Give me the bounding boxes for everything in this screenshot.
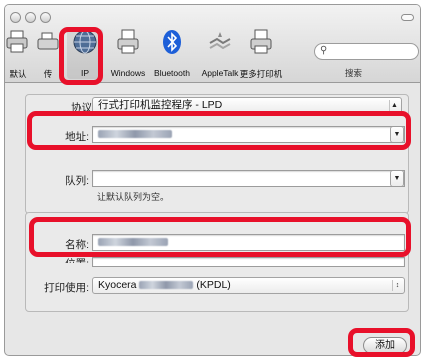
toolbar-item-default-label: 默认	[9, 69, 27, 79]
chevron-down-icon: ▼	[393, 175, 401, 182]
queue-hint: 让默认队列为空。	[97, 192, 170, 202]
toolbar-item-default[interactable]: 默认	[5, 29, 31, 79]
print-using-value-prefix: Kyocera	[98, 279, 137, 291]
popup-arrows-icon: ▲	[389, 100, 399, 111]
search-field[interactable]: ⚲	[314, 43, 419, 60]
zoom-window-button[interactable]	[40, 12, 51, 23]
windows-printer-icon	[117, 29, 139, 54]
printer-icon	[250, 29, 272, 54]
print-using-popup[interactable]: Kyocera (KPDL) ↕	[92, 277, 405, 294]
toolbar-toggle-button[interactable]	[401, 14, 414, 21]
location-input[interactable]	[92, 257, 405, 267]
print-using-label: 打印使用:	[44, 282, 89, 294]
queue-label: 队列:	[65, 175, 89, 187]
queue-input[interactable]: ▼	[92, 170, 405, 187]
search-icon: ⚲	[320, 45, 328, 56]
search-label: 搜索	[345, 68, 363, 78]
close-window-button[interactable]	[10, 12, 21, 23]
location-label: 位置:	[29, 256, 89, 263]
toolbar-item-fax[interactable]: 传	[35, 29, 61, 79]
toolbar-item-more-printers[interactable]: 更多打印机	[238, 29, 284, 79]
model-value-blurred	[139, 281, 194, 290]
toolbar-item-bluetooth[interactable]: Bluetooth	[150, 29, 194, 79]
toolbar-item-fax-label: 传	[43, 69, 53, 79]
queue-history-button[interactable]: ▼	[390, 171, 404, 186]
toolbar-item-appletalk[interactable]: AppleTalk	[196, 29, 244, 79]
protocol-value: 行式打印机监控程序 - LPD	[98, 99, 223, 111]
toolbar-item-appletalk-label: AppleTalk	[201, 68, 239, 78]
popup-arrows-icon: ↕	[392, 280, 402, 291]
print-using-value-suffix: (KPDL)	[196, 279, 231, 291]
bluetooth-icon	[163, 30, 181, 54]
toolbar-item-windows[interactable]: Windows	[108, 29, 148, 79]
highlight-ip-tab	[59, 27, 103, 85]
toolbar-item-windows-label: Windows	[110, 68, 146, 78]
toolbar-item-bluetooth-label: Bluetooth	[154, 68, 190, 78]
highlight-add-button	[348, 328, 415, 357]
highlight-name	[29, 217, 411, 257]
toolbar-item-more-printers-label: 更多打印机	[239, 69, 283, 79]
fax-icon	[37, 32, 59, 50]
printer-icon	[6, 30, 28, 53]
network-icon	[209, 32, 231, 50]
minimize-window-button[interactable]	[25, 12, 36, 23]
highlight-address	[27, 111, 411, 150]
